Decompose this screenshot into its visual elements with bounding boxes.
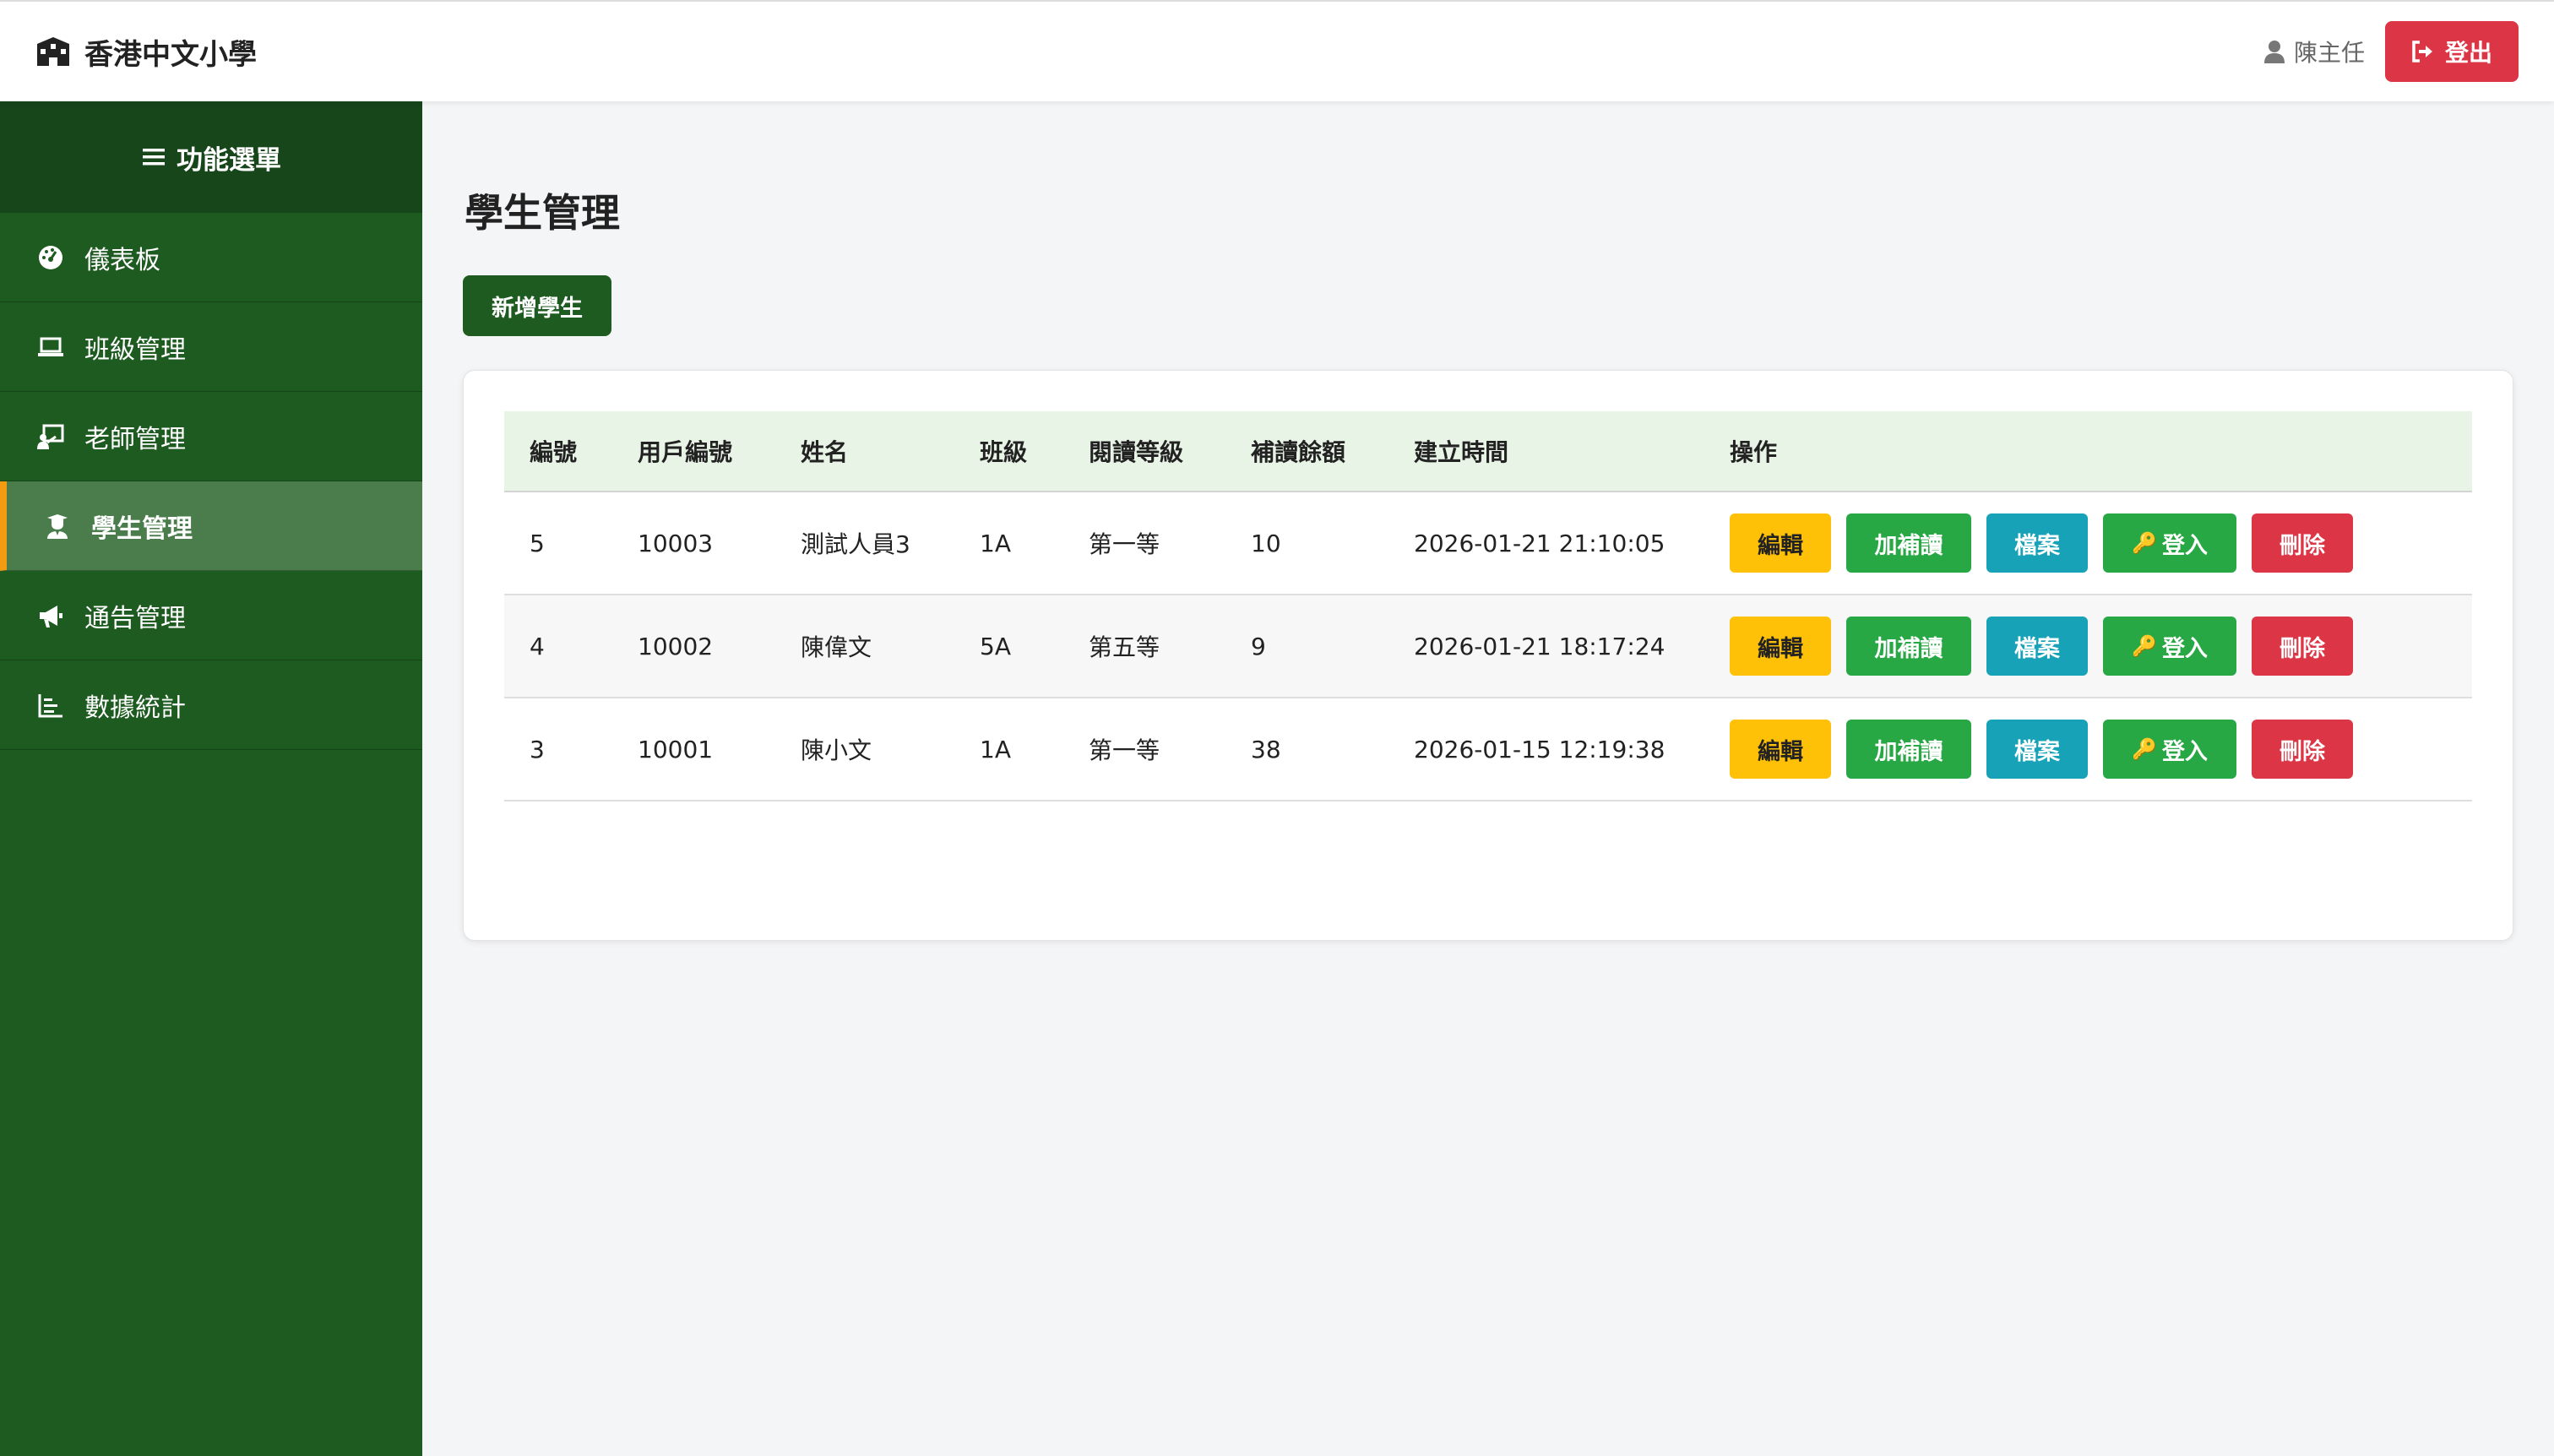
current-user: 陳主任 xyxy=(2263,35,2365,68)
top-navbar: 香港中文小學 陳主任 登出 xyxy=(0,0,2554,101)
cell-name: 測試人員3 xyxy=(801,530,910,558)
row-actions: 編輯 加補讀 檔案 🔑 登入 刪除 xyxy=(1704,720,2472,779)
file-button[interactable]: 檔案 xyxy=(1986,513,2088,573)
sidebar-item-teachers[interactable]: 老師管理 xyxy=(0,392,422,481)
cell-name: 陳偉文 xyxy=(801,633,872,661)
cell-balance: 10 xyxy=(1251,529,1281,557)
sidebar-item-label: 學生管理 xyxy=(91,513,193,544)
sidebar-item-classes[interactable]: 班級管理 xyxy=(0,302,422,392)
login-label: 登入 xyxy=(2161,532,2208,559)
column-header: 操作 xyxy=(1730,438,1778,466)
table-row: 5 10003 測試人員3 1A 第一等 10 2026-01-21 21:10… xyxy=(504,492,2472,595)
sidebar-item-students[interactable]: 學生管理 xyxy=(0,481,422,571)
cell-reading-level: 第一等 xyxy=(1089,530,1160,558)
cell-id: 3 xyxy=(530,735,545,763)
column-header: 閱讀等級 xyxy=(1089,438,1184,466)
cell-id: 4 xyxy=(530,632,545,660)
cell-class: 5A xyxy=(980,632,1011,660)
cell-user-id: 10002 xyxy=(638,632,714,660)
column-header: 班級 xyxy=(980,438,1028,466)
login-as-button[interactable]: 🔑 登入 xyxy=(2103,720,2236,779)
cell-created-time: 2026-01-21 21:10:05 xyxy=(1414,529,1666,557)
user-name: 陳主任 xyxy=(2293,39,2365,67)
sidebar-item-dashboard[interactable]: 儀表板 xyxy=(0,213,422,302)
sidebar-item-statistics[interactable]: 數據統計 xyxy=(0,660,422,750)
delete-button[interactable]: 刪除 xyxy=(2252,513,2353,573)
sidebar-item-notices[interactable]: 通告管理 xyxy=(0,571,422,660)
add-student-button[interactable]: 新增學生 xyxy=(463,275,611,336)
edit-button[interactable]: 編輯 xyxy=(1730,513,1831,573)
row-actions: 編輯 加補讀 檔案 🔑 登入 刪除 xyxy=(1704,513,2472,573)
column-header: 姓名 xyxy=(801,438,849,466)
student-icon xyxy=(44,513,71,540)
key-icon: 🔑 xyxy=(2132,737,2157,761)
user-icon xyxy=(2263,40,2285,63)
cell-reading-level: 第五等 xyxy=(1089,633,1160,661)
logout-label: 登出 xyxy=(2444,39,2492,67)
teacher-icon xyxy=(37,423,64,450)
sidebar-item-label: 老師管理 xyxy=(84,424,186,454)
delete-button[interactable]: 刪除 xyxy=(2252,720,2353,779)
row-actions: 編輯 加補讀 檔案 🔑 登入 刪除 xyxy=(1704,617,2472,676)
chart-icon xyxy=(37,692,64,719)
school-icon xyxy=(34,35,73,68)
cell-user-id: 10003 xyxy=(638,529,714,557)
students-card: 編號 用戶編號 姓名 班級 閱讀等級 補讀餘額 建立時間 操作 5 10003 … xyxy=(463,370,2513,941)
dashboard-icon xyxy=(37,244,64,271)
sidebar-item-label: 儀表板 xyxy=(84,245,160,275)
key-icon: 🔑 xyxy=(2132,531,2157,555)
brand[interactable]: 香港中文小學 xyxy=(34,31,257,73)
cell-balance: 38 xyxy=(1251,735,1281,763)
login-label: 登入 xyxy=(2161,738,2208,765)
column-header: 補讀餘額 xyxy=(1251,438,1346,466)
login-as-button[interactable]: 🔑 登入 xyxy=(2103,617,2236,676)
cell-name: 陳小文 xyxy=(801,736,872,764)
main-content: 學生管理 新增學生 編號 用戶編號 姓名 班級 閱讀等級 補讀餘額 建立時間 操… xyxy=(422,101,2554,1456)
sidebar-header: 功能選單 xyxy=(0,101,422,213)
add-reading-button[interactable]: 加補讀 xyxy=(1846,513,1971,573)
sidebar-title: 功能選單 xyxy=(177,144,281,176)
login-as-button[interactable]: 🔑 登入 xyxy=(2103,513,2236,573)
cell-class: 1A xyxy=(980,735,1011,763)
students-table: 編號 用戶編號 姓名 班級 閱讀等級 補讀餘額 建立時間 操作 5 10003 … xyxy=(504,411,2472,801)
column-header: 建立時間 xyxy=(1414,438,1509,466)
edit-button[interactable]: 編輯 xyxy=(1730,617,1831,676)
menu-icon xyxy=(141,146,166,168)
logout-button[interactable]: 登出 xyxy=(2385,21,2519,82)
login-label: 登入 xyxy=(2161,635,2208,662)
table-row: 3 10001 陳小文 1A 第一等 38 2026-01-15 12:19:3… xyxy=(504,698,2472,801)
logout-icon xyxy=(2411,41,2435,62)
cell-created-time: 2026-01-15 12:19:38 xyxy=(1414,735,1666,763)
cell-id: 5 xyxy=(530,529,545,557)
add-reading-button[interactable]: 加補讀 xyxy=(1846,617,1971,676)
column-header: 編號 xyxy=(530,438,578,466)
cell-balance: 9 xyxy=(1251,632,1266,660)
sidebar-item-label: 通告管理 xyxy=(84,603,186,633)
delete-button[interactable]: 刪除 xyxy=(2252,617,2353,676)
table-row: 4 10002 陳偉文 5A 第五等 9 2026-01-21 18:17:24… xyxy=(504,595,2472,698)
cell-created-time: 2026-01-21 18:17:24 xyxy=(1414,632,1666,660)
megaphone-icon xyxy=(37,602,64,629)
cell-class: 1A xyxy=(980,529,1011,557)
key-icon: 🔑 xyxy=(2132,634,2157,658)
cell-reading-level: 第一等 xyxy=(1089,736,1160,764)
sidebar-item-label: 數據統計 xyxy=(84,693,186,723)
brand-name: 香港中文小學 xyxy=(84,37,257,72)
file-button[interactable]: 檔案 xyxy=(1986,617,2088,676)
page-title: 學生管理 xyxy=(465,190,620,236)
cell-user-id: 10001 xyxy=(638,735,714,763)
edit-button[interactable]: 編輯 xyxy=(1730,720,1831,779)
sidebar: 功能選單 儀表板 班級管理 老師管理 學生管理 通告管理 數據統計 xyxy=(0,101,422,1456)
laptop-icon xyxy=(37,334,64,361)
add-reading-button[interactable]: 加補讀 xyxy=(1846,720,1971,779)
file-button[interactable]: 檔案 xyxy=(1986,720,2088,779)
table-header: 編號 用戶編號 姓名 班級 閱讀等級 補讀餘額 建立時間 操作 xyxy=(504,411,2472,492)
column-header: 用戶編號 xyxy=(638,438,733,466)
sidebar-item-label: 班級管理 xyxy=(84,334,186,365)
